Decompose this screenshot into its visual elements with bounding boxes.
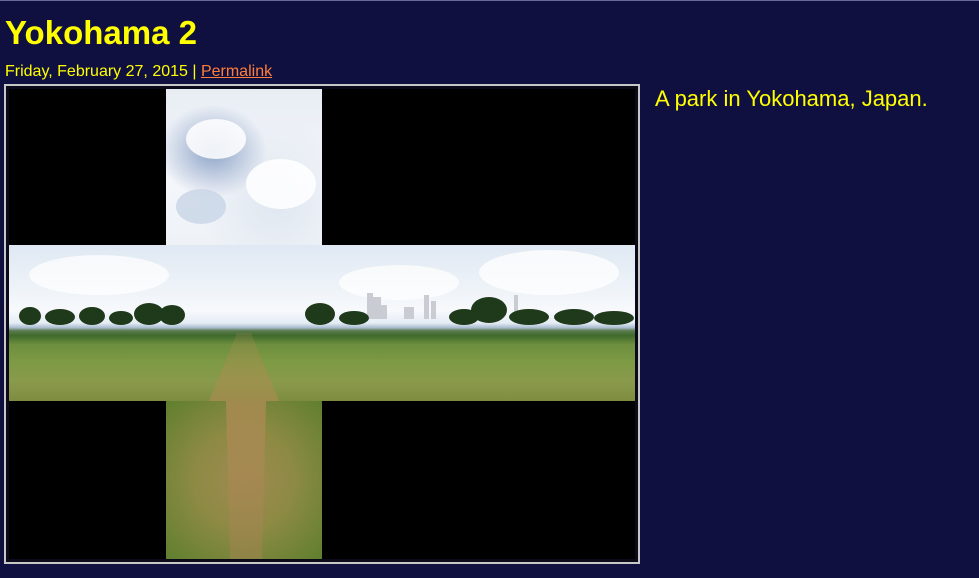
blog-post-page: Yokohama 2 Friday, February 27, 2015 | P…: [0, 0, 979, 578]
ground-face: [166, 401, 322, 559]
sky-face: [166, 89, 322, 245]
post-meta: Friday, February 27, 2015 | Permalink: [5, 62, 272, 82]
dirt-path-ground: [226, 401, 266, 559]
horizon-face: [9, 245, 635, 401]
dirt-path: [209, 333, 279, 401]
photo-frame: [4, 84, 640, 564]
post-caption: A park in Yokohama, Japan.: [655, 86, 928, 111]
panorama-photo[interactable]: [9, 89, 635, 559]
meta-separator: |: [187, 63, 201, 80]
post-title: Yokohama 2: [5, 14, 197, 51]
post-date: Friday, February 27, 2015: [5, 63, 188, 80]
permalink-link[interactable]: Permalink: [201, 63, 272, 80]
